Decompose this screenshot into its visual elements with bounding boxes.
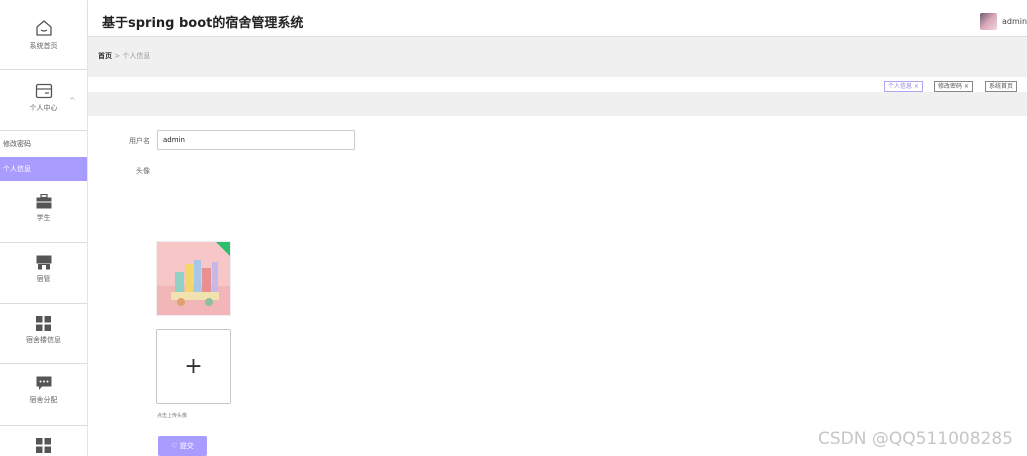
divider <box>0 363 87 364</box>
avatar[interactable] <box>980 13 997 30</box>
tab-home[interactable]: 系统首页 <box>985 81 1018 92</box>
corner-badge <box>216 242 230 256</box>
sidebar-item-label: 宿舍楼信息 <box>26 336 61 344</box>
chat-icon <box>36 376 51 390</box>
divider <box>0 130 87 131</box>
breadcrumb-home[interactable]: 首页 <box>98 52 112 60</box>
sidebar-item-label: 宿管 <box>36 275 51 283</box>
briefcase-icon <box>36 194 51 209</box>
divider <box>0 425 87 426</box>
top-header: 基于spring boot的宿舍管理系统 admin <box>88 0 1027 37</box>
sidebar-item-label: 个人中心 <box>29 104 58 112</box>
avatar-field-label: 头像 <box>136 167 150 175</box>
shop-icon <box>36 255 51 270</box>
sidebar-item-dorm-allocation[interactable]: 宿舍分配 <box>0 376 87 405</box>
sidebar-item-dorm-manager[interactable]: 宿管 <box>0 255 87 284</box>
sidebar-item-more[interactable] <box>0 438 87 453</box>
sidebar: 系统首页 个人中心 ^ 修改密码 个人信息 学生 宿管 宿舍楼信息 宿舍分配 <box>0 0 88 456</box>
tab-personal-info[interactable]: 个人信息 × <box>884 81 923 92</box>
page-title: 基于spring boot的宿舍管理系统 <box>102 16 304 31</box>
sidebar-item-label: 宿舍分配 <box>29 396 58 404</box>
tab-change-password[interactable]: 修改密码 × <box>934 81 973 92</box>
spacer-band <box>88 92 1027 116</box>
username-field[interactable]: admin <box>157 130 355 150</box>
sidebar-item-label: 系统首页 <box>29 42 58 50</box>
submit-button[interactable]: ♡ 提交 <box>158 436 207 456</box>
divider <box>0 242 87 243</box>
wallet-icon <box>35 83 52 99</box>
upload-button[interactable]: + <box>156 329 231 404</box>
main-content <box>101 116 1027 456</box>
grid-icon <box>36 316 51 331</box>
avatar-preview-image[interactable] <box>156 241 231 316</box>
tab-bar: 个人信息 × 修改密码 × 系统首页 <box>94 80 1027 92</box>
grid-icon <box>36 438 51 453</box>
chevron-up-icon[interactable]: ^ <box>69 96 76 105</box>
breadcrumb-area: 首页 > 个人信息 <box>88 37 1027 77</box>
watermark: CSDN @QQ511008285 <box>818 429 1013 449</box>
sidebar-item-label: 学生 <box>36 214 51 222</box>
sidebar-item-student[interactable]: 学生 <box>0 194 87 223</box>
breadcrumb: 首页 > 个人信息 <box>98 51 150 61</box>
sidebar-subitem-personal-info[interactable]: 个人信息 <box>0 157 87 181</box>
breadcrumb-current: 个人信息 <box>122 52 151 60</box>
sidebar-subitem-change-password[interactable]: 修改密码 <box>0 132 87 156</box>
divider <box>0 69 87 70</box>
username-label[interactable]: admin <box>1002 17 1027 26</box>
sidebar-item-home[interactable]: 系统首页 <box>0 19 87 51</box>
upload-hint: 点击上传头像 <box>157 413 188 419</box>
username-field-label: 用户名 <box>129 137 150 145</box>
divider <box>0 303 87 304</box>
home-icon <box>35 20 52 36</box>
plus-icon: + <box>184 354 203 379</box>
breadcrumb-separator: > <box>114 52 121 60</box>
sidebar-item-building-info[interactable]: 宿舍楼信息 <box>0 316 87 345</box>
